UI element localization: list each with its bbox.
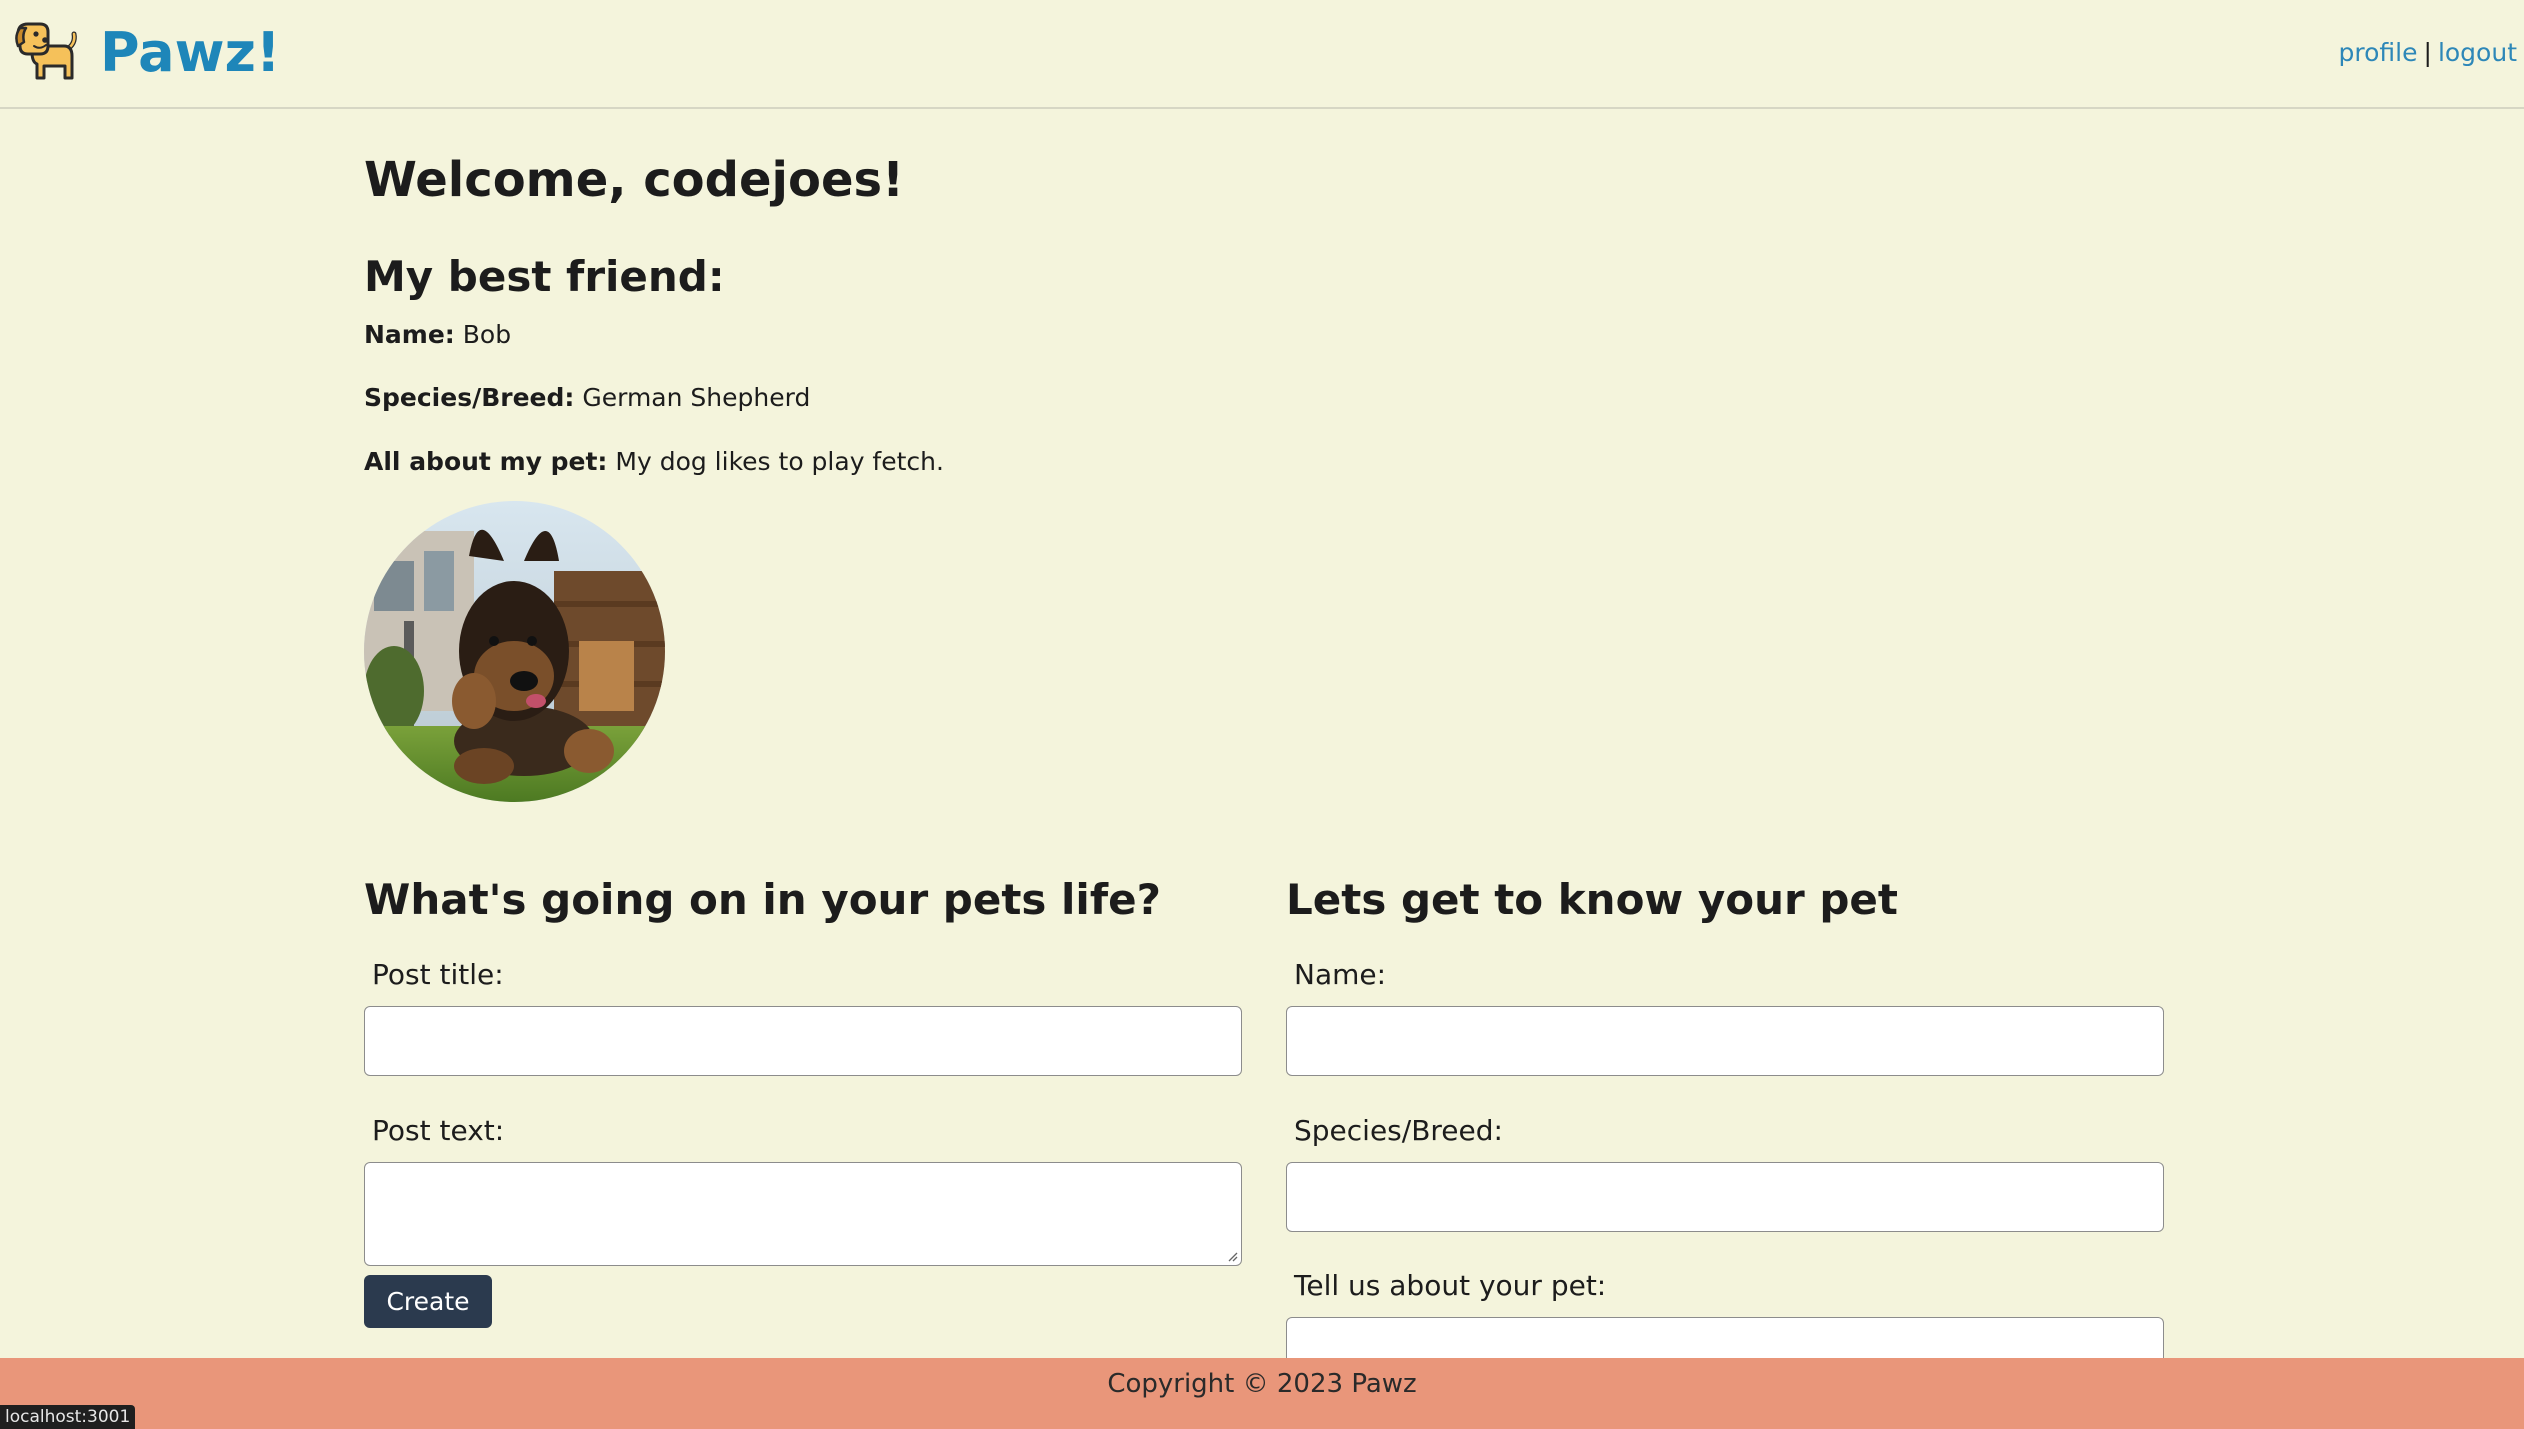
dog-icon [15, 22, 77, 80]
pet-form: Lets get to know your pet Name: Species/… [1286, 875, 2164, 1387]
pet-name-label: Name: [364, 319, 455, 349]
pet-form-heading: Lets get to know your pet [1286, 875, 1898, 924]
resize-grip-icon[interactable] [1226, 1250, 1238, 1262]
welcome-heading: Welcome, codejoes! [364, 152, 904, 208]
post-text-label: Post text: [372, 1114, 505, 1147]
post-title-label: Post title: [372, 958, 504, 991]
brand-name[interactable]: Pawz! [100, 21, 281, 84]
top-nav: profile | logout [2339, 38, 2517, 67]
pet-name-line: Name: Bob [364, 320, 2164, 350]
pet-about-line: All about my pet: My dog likes to play f… [364, 447, 2164, 477]
post-text-area[interactable] [364, 1162, 1242, 1266]
logout-link[interactable]: logout [2438, 38, 2517, 67]
post-title-input[interactable] [364, 1006, 1242, 1076]
pet-about-form-label: Tell us about your pet: [1294, 1269, 1607, 1302]
profile-link[interactable]: profile [2339, 38, 2418, 67]
main-content: Welcome, codejoes! My best friend: Name:… [364, 140, 2164, 1387]
pet-species-input[interactable] [1286, 1162, 2164, 1232]
nav-separator: | [2423, 38, 2432, 67]
pet-name-form-label: Name: [1294, 958, 1387, 991]
status-bar-url: localhost:3001 [0, 1405, 136, 1429]
copyright-text: Copyright © 2023 Pawz [1107, 1369, 1417, 1399]
page: Pawz! profile | logout Welcome, codejoes! … [0, 0, 2524, 1429]
pet-photo [364, 500, 665, 802]
pet-species-form-label: Species/Breed: [1294, 1114, 1503, 1147]
pet-name-input[interactable] [1286, 1006, 2164, 1076]
pet-species-value: German Shepherd [582, 382, 811, 412]
post-form: What's going on in your pets life? Post … [364, 875, 1242, 1328]
create-post-button[interactable]: Create [364, 1275, 492, 1328]
pet-about-label: All about my pet: [364, 446, 608, 476]
best-friend-heading: My best friend: [364, 251, 725, 301]
brand[interactable]: Pawz! [14, 20, 281, 84]
pet-name-value: Bob [462, 319, 512, 349]
pet-about-value: My dog likes to play fetch. [615, 446, 944, 476]
footer: Copyright © 2023 Pawz [0, 1358, 2524, 1429]
pet-species-line: Species/Breed: German Shepherd [364, 383, 2164, 413]
top-header: Pawz! profile | logout [0, 0, 2524, 109]
post-form-heading: What's going on in your pets life? [364, 875, 1161, 924]
pet-species-label: Species/Breed: [364, 382, 575, 412]
